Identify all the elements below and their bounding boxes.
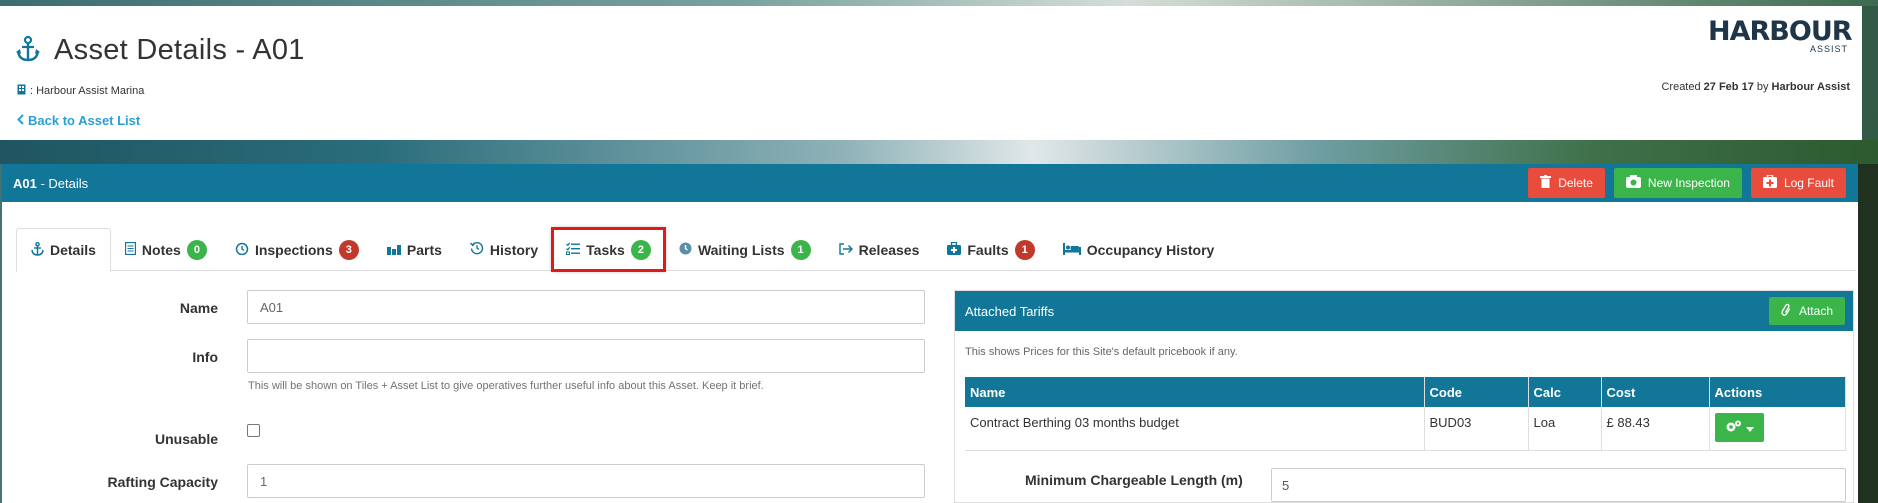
tab-faults[interactable]: Faults 1 — [933, 228, 1048, 271]
unusable-label: Unusable — [154, 431, 218, 447]
col-calc: Calc — [1528, 377, 1602, 407]
table-header-row: Name Code Calc Cost Actions — [965, 377, 1846, 407]
tab-label: Parts — [406, 241, 442, 258]
asset-code: A01 — [13, 175, 37, 191]
tariff-actions-dropdown-button[interactable] — [1714, 413, 1764, 442]
page-header: Asset Details - A01 : Harbour Assist Mar… — [0, 6, 1862, 140]
table-row: Contract Berthing 03 months budget BUD03… — [965, 407, 1846, 451]
gears-icon — [1725, 420, 1742, 436]
attach-button[interactable]: Attach — [1768, 297, 1845, 325]
tariff-cost: £ 88.43 — [1601, 407, 1710, 451]
inspection-icon — [235, 242, 249, 258]
created-by: Harbour Assist — [1771, 81, 1850, 93]
waiting-lists-count-badge: 1 — [790, 239, 811, 260]
history-icon — [469, 241, 484, 258]
col-name: Name — [965, 377, 1425, 407]
tab-label: Waiting Lists — [697, 241, 785, 258]
info-label: Info — [192, 349, 218, 365]
tariff-code: BUD03 — [1424, 407, 1529, 451]
bed-icon — [1062, 242, 1081, 258]
tab-parts[interactable]: Parts — [373, 228, 456, 271]
tab-occupancy-history[interactable]: Occupancy History — [1049, 228, 1229, 271]
tab-waiting-lists[interactable]: Waiting Lists 1 — [665, 228, 825, 271]
note-icon — [124, 241, 137, 258]
parts-icon — [386, 242, 401, 258]
min-chargeable-length-input[interactable]: 5 — [1271, 468, 1846, 502]
background-banner-lower — [0, 140, 1878, 164]
clock-icon — [679, 242, 692, 258]
tab-history[interactable]: History — [456, 228, 552, 271]
back-to-asset-list-link[interactable]: Back to Asset List — [17, 113, 140, 128]
asset-tabs: Details Notes 0 Inspections 3 Parts Hist… — [16, 227, 1856, 272]
panel-subtitle: - Details — [36, 175, 89, 191]
anchor-icon — [31, 241, 44, 259]
created-date: 27 Feb 17 — [1703, 81, 1754, 93]
release-icon — [838, 242, 853, 258]
tab-label: Details — [50, 242, 96, 258]
tariffs-header: Attached Tariffs Attach — [955, 291, 1853, 331]
unusable-checkbox[interactable] — [247, 424, 260, 437]
col-code: Code — [1424, 377, 1529, 407]
attached-tariffs-panel: Attached Tariffs Attach This shows Price… — [954, 290, 1854, 503]
info-input[interactable] — [247, 339, 925, 373]
paperclip-icon — [1781, 303, 1791, 320]
tasks-icon — [566, 241, 581, 258]
chevron-left-icon — [17, 113, 24, 128]
tariffs-title: Attached Tariffs — [965, 303, 1055, 319]
tariff-calc: Loa — [1528, 407, 1602, 451]
notes-count-badge: 0 — [186, 239, 207, 260]
min-chargeable-length-label: Minimum Chargeable Length (m) — [1025, 472, 1243, 488]
col-cost: Cost — [1601, 377, 1710, 407]
caret-down-icon — [1745, 420, 1754, 435]
tab-label: Tasks — [586, 241, 625, 258]
panel-actions: Delete New Inspection Log Fault — [1528, 168, 1846, 198]
faults-count-badge: 1 — [1014, 239, 1035, 260]
tab-inspections[interactable]: Inspections 3 — [221, 228, 373, 271]
fault-icon — [947, 241, 962, 258]
tariff-actions — [1709, 407, 1846, 451]
tab-details[interactable]: Details — [16, 228, 111, 272]
trash-icon — [1540, 175, 1552, 191]
site-name: : Harbour Assist Marina — [30, 85, 145, 97]
tariff-name: Contract Berthing 03 months budget — [965, 407, 1425, 451]
tab-label: Notes — [141, 241, 181, 258]
anchor-icon — [16, 35, 40, 65]
tasks-count-badge: 2 — [630, 239, 651, 260]
page-title: Asset Details - A01 — [16, 34, 305, 67]
name-label: Name — [179, 300, 218, 316]
page-title-text: Asset Details - A01 — [54, 34, 305, 66]
tab-notes[interactable]: Notes 0 — [111, 228, 221, 271]
name-input[interactable]: A01 — [247, 290, 925, 324]
medkit-icon — [1762, 174, 1777, 191]
tab-label: Inspections — [254, 241, 333, 258]
building-icon — [17, 84, 26, 98]
created-info: Created 27 Feb 17 by Harbour Assist — [1661, 81, 1850, 93]
tab-releases[interactable]: Releases — [825, 228, 934, 271]
back-link-label: Back to Asset List — [28, 113, 141, 128]
new-inspection-button[interactable]: New Inspection — [1613, 168, 1742, 198]
tariffs-info: This shows Prices for this Site's defaul… — [965, 346, 1238, 358]
inspections-count-badge: 3 — [338, 239, 359, 260]
tab-label: Occupancy History — [1086, 241, 1215, 258]
rafting-capacity-label: Rafting Capacity — [107, 474, 218, 490]
col-actions: Actions — [1709, 377, 1846, 407]
tariffs-table: Name Code Calc Cost Actions Contract Ber… — [965, 377, 1846, 451]
delete-button[interactable]: Delete — [1528, 168, 1605, 198]
site-label: : Harbour Assist Marina — [17, 84, 144, 98]
tab-label: Releases — [858, 241, 920, 258]
tab-label: History — [489, 241, 539, 258]
harbour-assist-logo: HARBOUR ASSIST — [1708, 16, 1853, 55]
log-fault-button[interactable]: Log Fault — [1750, 168, 1846, 198]
rafting-capacity-input[interactable]: 1 — [247, 464, 925, 498]
tab-label: Faults — [967, 241, 1009, 258]
background-edge — [1858, 164, 1878, 503]
tab-tasks[interactable]: Tasks 2 — [551, 227, 666, 272]
info-help-text: This will be shown on Tiles + Asset List… — [248, 380, 764, 392]
inspection-icon — [1625, 175, 1641, 191]
